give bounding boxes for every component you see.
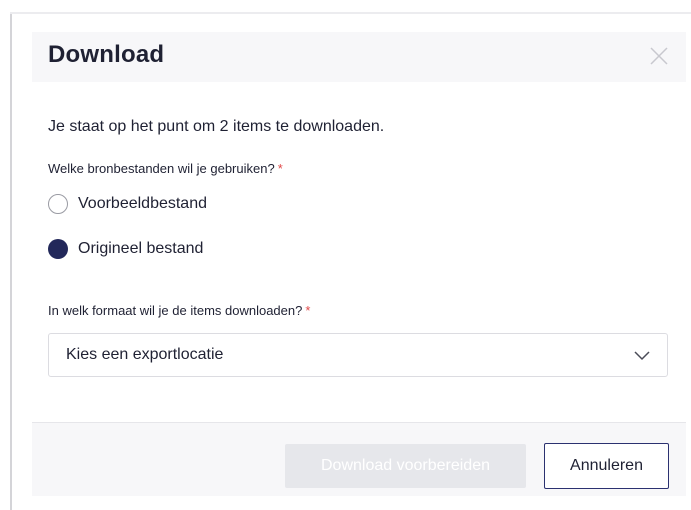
left-border [10,12,12,510]
close-icon [650,47,668,65]
radio-label-voorbeeldbestand: Voorbeeldbestand [78,195,207,212]
top-border [10,12,691,14]
select-value: Kies een exportlocatie [66,346,224,363]
dialog-title: Download [48,41,165,68]
export-location-select[interactable]: Kies een exportlocatie [48,333,668,377]
prepare-download-button[interactable]: Download voorbereiden [285,444,526,488]
source-files-label-text: Welke bronbestanden wil je gebruiken? [48,161,275,176]
required-marker: * [305,303,311,318]
radio-checked-icon[interactable] [48,239,68,259]
radio-option-voorbeeldbestand[interactable]: Voorbeeldbestand [48,192,207,216]
required-marker: * [277,161,283,176]
source-files-label: Welke bronbestanden wil je gebruiken? * [48,161,283,176]
chevron-down-icon [634,351,650,361]
dialog-footer: Download voorbereiden Annuleren [32,422,686,496]
intro-text: Je staat op het punt om 2 items te downl… [48,118,385,135]
radio-option-origineel-bestand[interactable]: Origineel bestand [48,237,203,261]
format-label-text: In welk formaat wil je de items download… [48,303,303,318]
radio-unchecked-icon[interactable] [48,194,68,214]
download-dialog: Download Je staat op het punt om 2 items… [32,32,686,496]
format-label: In welk formaat wil je de items download… [48,303,310,318]
radio-label-origineel-bestand: Origineel bestand [78,240,204,257]
dialog-header: Download [32,32,686,82]
page: Download Je staat op het punt om 2 items… [0,0,691,510]
cancel-button[interactable]: Annuleren [544,443,669,489]
close-button[interactable] [648,45,670,67]
